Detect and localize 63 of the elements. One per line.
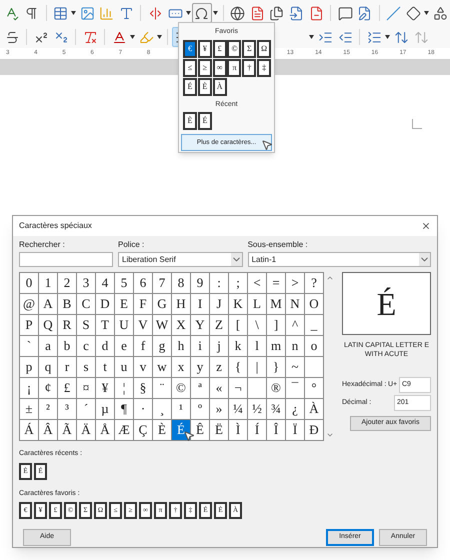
margin-corner-mark <box>412 119 422 129</box>
character-cell[interactable]: Ω <box>257 40 272 58</box>
paragraph-spacing-icon[interactable] <box>394 30 408 44</box>
character-cell[interactable]: ≤ <box>183 58 197 76</box>
superscript-icon[interactable] <box>34 30 48 44</box>
character-cell[interactable]: ≥ <box>198 58 212 76</box>
font-color-icon[interactable] <box>112 30 126 44</box>
font-dropdown[interactable]: Liberation Serif <box>118 252 243 267</box>
caret-icon[interactable] <box>309 35 314 39</box>
bookmark-icon[interactable] <box>289 6 304 20</box>
page-break-icon[interactable] <box>148 6 163 20</box>
character-cell[interactable]: ∞ <box>212 58 227 76</box>
character-cell[interactable]: È <box>183 112 197 130</box>
subset-dropdown[interactable]: Latin-1 <box>248 252 431 267</box>
caret-icon[interactable] <box>186 11 191 15</box>
cross-reference-icon[interactable] <box>308 6 324 20</box>
table-icon[interactable] <box>52 6 68 20</box>
strikethrough-icon[interactable] <box>4 30 20 44</box>
clear-formatting-icon[interactable] <box>82 30 98 44</box>
subset-label: Sous-ensemble : <box>248 239 309 251</box>
chevron-down-icon <box>419 253 430 266</box>
line-spacing-icon[interactable] <box>366 30 382 44</box>
footnote-icon[interactable] <box>250 6 265 20</box>
close-icon[interactable] <box>421 221 431 231</box>
caret-icon[interactable] <box>212 11 218 15</box>
indent-decrease-icon[interactable] <box>338 30 352 44</box>
caret-icon[interactable] <box>130 35 135 39</box>
character-cell[interactable]: © <box>227 40 242 58</box>
character-cell[interactable]: Σ <box>242 40 256 58</box>
scroll-down-icon[interactable] <box>326 431 334 439</box>
comment-icon[interactable] <box>338 6 353 20</box>
character-cell[interactable]: † <box>242 58 256 76</box>
subscript-icon[interactable] <box>54 30 68 44</box>
indent-increase-icon[interactable] <box>318 30 332 44</box>
character-cell[interactable]: É <box>172 420 190 440</box>
search-field[interactable] <box>19 252 113 267</box>
character-cell[interactable]: ‡ <box>257 58 272 76</box>
character-cell[interactable]: € <box>183 40 197 58</box>
caret-icon[interactable] <box>71 11 76 15</box>
character-preview: É <box>342 272 431 335</box>
shapes-icon[interactable] <box>432 6 448 20</box>
character-cell[interactable]: À <box>212 78 227 96</box>
caret-icon[interactable] <box>157 35 162 39</box>
character-cell[interactable]: È <box>198 78 212 96</box>
character-cell[interactable]: π <box>227 58 242 76</box>
text-box-icon[interactable] <box>119 6 134 20</box>
chevron-down-icon <box>230 253 242 266</box>
pilcrow-icon[interactable] <box>24 6 40 20</box>
dialog-title: Caractères spéciaux <box>19 220 92 232</box>
character-cell[interactable]: É <box>183 78 197 96</box>
mouse-pointer-icon <box>183 430 195 442</box>
font-label: Police : <box>118 239 146 251</box>
caret-icon[interactable] <box>424 11 430 15</box>
character-cell[interactable]: É <box>198 112 212 130</box>
search-label: Rechercher : <box>19 239 66 251</box>
character-cell[interactable]: £ <box>212 40 227 58</box>
diamond-icon[interactable] <box>406 6 421 20</box>
track-changes-icon[interactable] <box>357 6 372 20</box>
scroll-up-icon[interactable] <box>326 274 334 282</box>
caret-icon[interactable] <box>385 35 390 39</box>
hyperlink-icon[interactable] <box>230 6 245 20</box>
character-cell[interactable]: ¥ <box>198 40 212 58</box>
endnote-icon[interactable] <box>269 6 284 20</box>
